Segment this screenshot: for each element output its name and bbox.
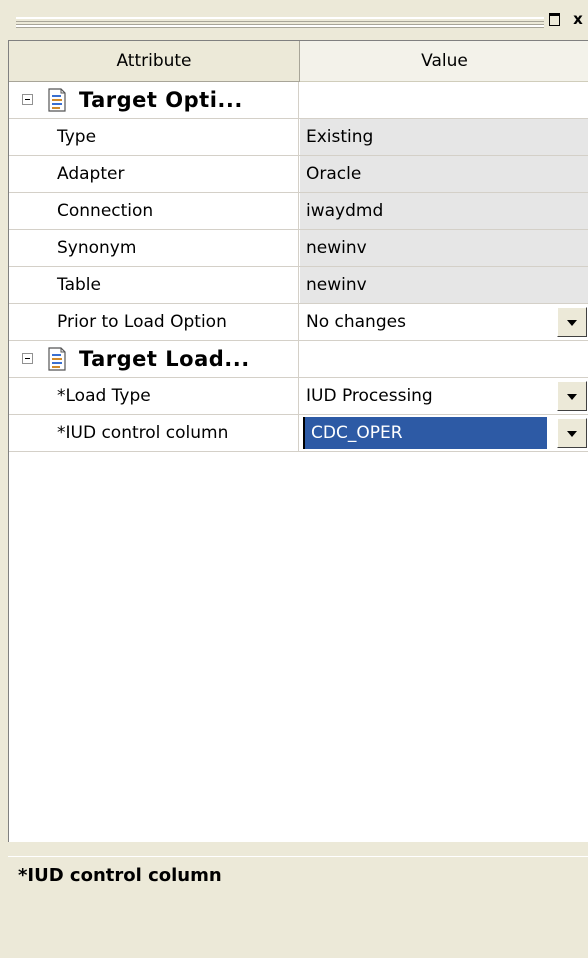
- drag-grip[interactable]: [16, 17, 544, 27]
- description-title: *IUD control column: [18, 865, 222, 886]
- close-icon[interactable]: x: [570, 11, 586, 27]
- attribute-label: Connection: [9, 193, 299, 229]
- property-row-connection[interactable]: Connection iwaydmd: [9, 193, 588, 230]
- load-type-dropdown[interactable]: IUD Processing: [300, 378, 588, 414]
- collapse-icon[interactable]: [22, 353, 33, 364]
- value-cell[interactable]: newinv: [300, 267, 588, 303]
- attribute-label: *IUD control column: [9, 415, 299, 451]
- description-pane: *IUD control column: [8, 856, 588, 958]
- panel-left-border: [0, 40, 8, 957]
- section-label: Target Opti...: [79, 88, 243, 112]
- selected-dropdown-value[interactable]: CDC_OPER: [303, 417, 547, 449]
- attribute-label: *Load Type: [9, 378, 299, 414]
- property-row-table[interactable]: Table newinv: [9, 267, 588, 304]
- iud-control-column-dropdown[interactable]: CDC_OPER: [300, 415, 588, 451]
- collapse-icon[interactable]: [22, 94, 33, 105]
- value-column-header[interactable]: Value: [300, 41, 588, 83]
- property-row-prior-to-load[interactable]: Prior to Load Option No changes: [9, 304, 588, 341]
- attribute-label: Adapter: [9, 156, 299, 192]
- section-row-target-load[interactable]: Target Load...: [9, 341, 588, 378]
- dropdown-arrow-icon[interactable]: [557, 418, 587, 448]
- dropdown-arrow-icon[interactable]: [557, 381, 587, 411]
- property-row-adapter[interactable]: Adapter Oracle: [9, 156, 588, 193]
- value-cell[interactable]: newinv: [300, 230, 588, 266]
- property-row-synonym[interactable]: Synonym newinv: [9, 230, 588, 267]
- attribute-label: Table: [9, 267, 299, 303]
- property-row-iud-control-column[interactable]: *IUD control column CDC_OPER: [9, 415, 588, 452]
- prior-to-load-dropdown[interactable]: No changes: [300, 304, 588, 340]
- dropdown-value: No changes: [306, 312, 406, 332]
- property-grid: Attribute Value Target Opti... Type Exis…: [8, 40, 588, 842]
- dropdown-value: IUD Processing: [306, 386, 433, 406]
- dropdown-arrow-icon[interactable]: [557, 307, 587, 337]
- section-label: Target Load...: [79, 347, 250, 371]
- attribute-label: Prior to Load Option: [9, 304, 299, 340]
- property-row-load-type[interactable]: *Load Type IUD Processing: [9, 378, 588, 415]
- attribute-label: Synonym: [9, 230, 299, 266]
- value-cell[interactable]: iwaydmd: [300, 193, 588, 229]
- attribute-label: Type: [9, 119, 299, 155]
- restore-icon[interactable]: [547, 11, 563, 27]
- value-cell[interactable]: Existing: [300, 119, 588, 155]
- section-row-target-options[interactable]: Target Opti...: [9, 82, 588, 119]
- attribute-column-header[interactable]: Attribute: [9, 41, 300, 82]
- value-cell[interactable]: Oracle: [300, 156, 588, 192]
- property-row-type[interactable]: Type Existing: [9, 119, 588, 156]
- panel-titlebar: x: [0, 0, 588, 38]
- document-icon: [48, 88, 66, 112]
- document-icon: [48, 347, 66, 371]
